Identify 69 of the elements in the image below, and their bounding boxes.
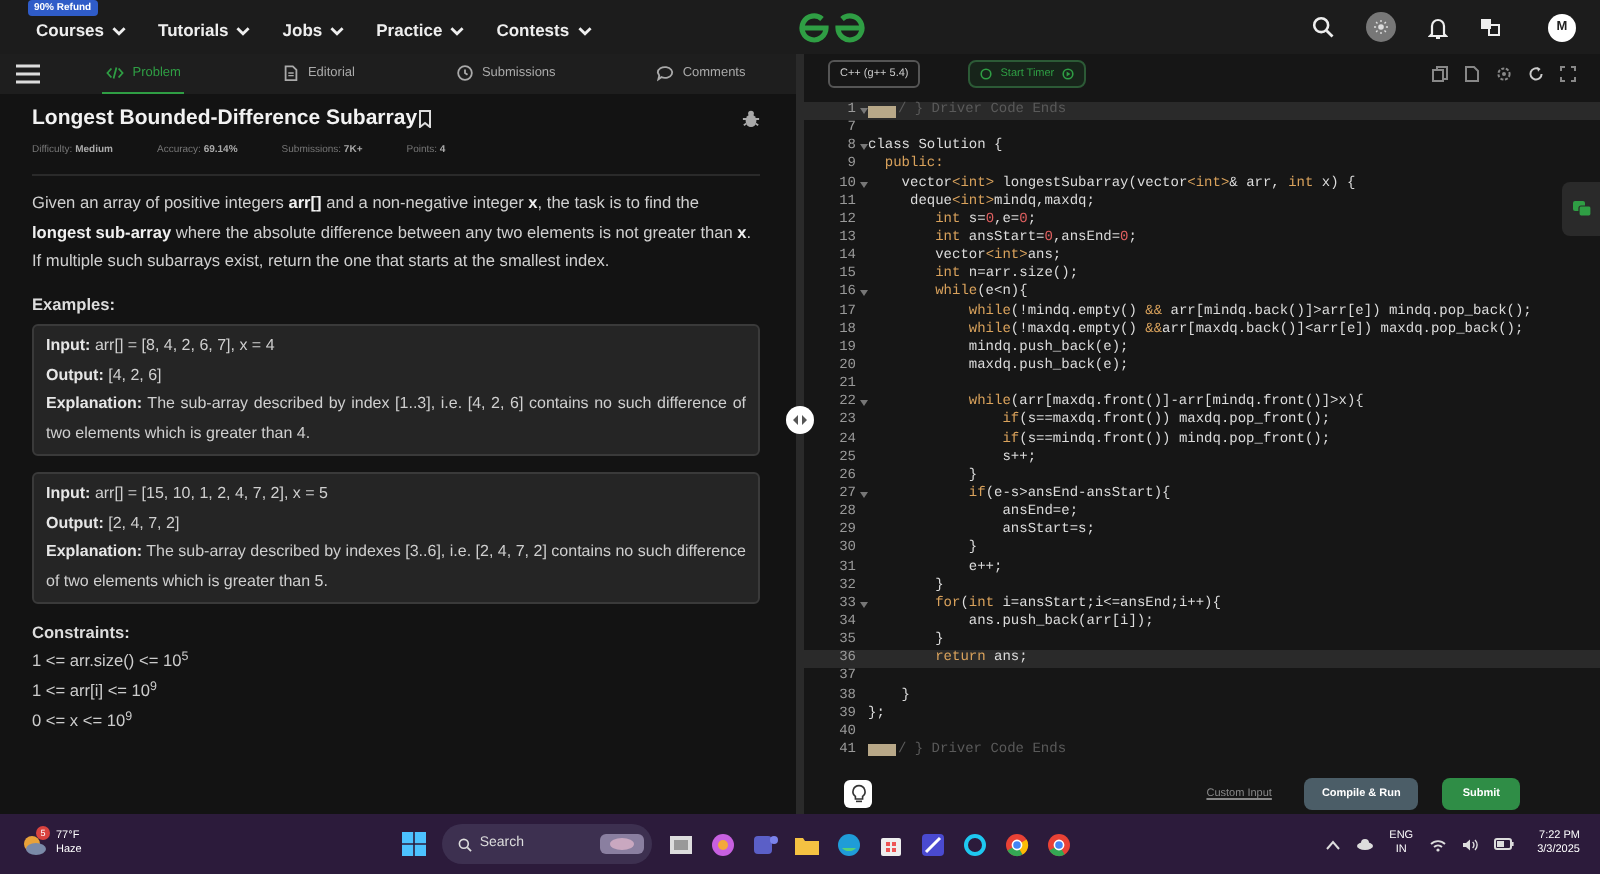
bookmark-icon[interactable] (417, 110, 432, 129)
description-paragraph: If multiple such subarrays exist, return the one that starts at the smallest index. (32, 248, 612, 275)
search-highlight-drawing (599, 832, 644, 856)
logo-icon (797, 11, 866, 43)
chevron-icon (450, 26, 465, 36)
theme-toggle[interactable] (1366, 12, 1396, 42)
sun-icon (1374, 20, 1388, 34)
example-line: Output: [4, 2, 6] (46, 363, 164, 388)
speaker-icon[interactable] (1461, 837, 1478, 851)
file-icon[interactable] (1464, 66, 1480, 82)
expand-icon[interactable] (1560, 66, 1576, 82)
chevron-icon (112, 26, 127, 36)
wifi-icon[interactable] (1429, 837, 1446, 851)
cloud-icon[interactable] (1355, 838, 1374, 850)
refresh-icon[interactable] (1528, 66, 1544, 82)
copy-icon[interactable] (1432, 66, 1448, 82)
timer-icon (980, 68, 993, 80)
window-icon[interactable] (667, 831, 694, 857)
search-icon[interactable] (1312, 16, 1334, 38)
nav-menu[interactable]: Jobs (282, 18, 345, 44)
nav-menu[interactable]: Courses (36, 18, 127, 44)
app-icon[interactable] (919, 831, 946, 857)
fold-caret-icon[interactable] (859, 601, 867, 608)
weather-icon (20, 832, 48, 856)
fold-caret-icon[interactable] (859, 144, 867, 151)
example-line: Explanation: The sub-array described by index [1..3], i.e. [4, 2, 6] contains no such difference of two elements which is greater than 4. (46, 392, 746, 446)
battery-icon[interactable] (1493, 838, 1514, 850)
play-icon (1062, 68, 1075, 80)
constraint-line: 1 <= arr.size() <= 10$^{5}$ (32, 647, 191, 674)
chat-icon (1571, 200, 1591, 218)
section-heading: Constraints: (32, 620, 132, 646)
nav-menu[interactable]: Contests (496, 18, 592, 44)
description-paragraph: Given an array of positive integers arr[] and a non-negative integer x, the task is to find the longest sub-array where the absolute difference between any two elements is not greater than x. (32, 190, 754, 246)
caret-up-icon[interactable] (1325, 839, 1340, 849)
menu-icon[interactable] (16, 64, 40, 84)
settings-icon[interactable] (1496, 66, 1512, 82)
code-icon (106, 64, 125, 82)
arrows-icon (792, 414, 808, 426)
document-icon (281, 64, 300, 82)
chevron-icon (577, 26, 592, 36)
problem-title: Longest Bounded-Difference Subarray (32, 104, 418, 134)
bell-icon[interactable] (1428, 15, 1448, 39)
fold-caret-icon[interactable] (859, 181, 867, 188)
nav-menu[interactable]: Practice (376, 18, 465, 44)
fold-caret-icon[interactable] (859, 400, 867, 407)
constraint-line: 1 <= arr[i] <= 10$^{9}$ (32, 677, 160, 704)
example-line: Explanation: The sub-array described by indexes [3..6], i.e. [2, 4, 7, 2] contains no such difference of two elements which is greater than 5. (46, 540, 746, 594)
section-heading: Examples: (32, 291, 118, 317)
fold-caret-icon[interactable] (859, 290, 867, 297)
nav-menu[interactable]: Tutorials (158, 18, 251, 44)
chat-button[interactable] (1562, 182, 1600, 236)
windows-logo-icon[interactable] (401, 832, 426, 856)
example-line: Output: [2, 4, 7, 2] (46, 511, 182, 536)
fold-caret-icon[interactable] (859, 108, 867, 115)
example-line: Input: arr[] = [15, 10, 1, 2, 4, 7, 2], x = 5 (46, 482, 330, 507)
hint-button[interactable] (844, 780, 872, 808)
bug-icon[interactable] (742, 110, 760, 129)
chevron-icon (236, 26, 251, 36)
folded-code-marker[interactable] (868, 105, 896, 118)
lightbulb-icon (849, 784, 867, 804)
example-line: Input: arr[] = [8, 4, 2, 6, 7], x = 4 (46, 334, 277, 359)
chevron-icon (330, 26, 345, 36)
folded-code-marker[interactable] (868, 744, 896, 757)
fold-caret-icon[interactable] (859, 492, 867, 499)
constraint-line: 0 <= x <= 10$^{9}$ (32, 707, 135, 734)
search-icon (457, 837, 472, 851)
speech-bubble-icon (656, 64, 675, 82)
clock-icon (455, 64, 474, 82)
circle-icon[interactable] (961, 831, 988, 857)
